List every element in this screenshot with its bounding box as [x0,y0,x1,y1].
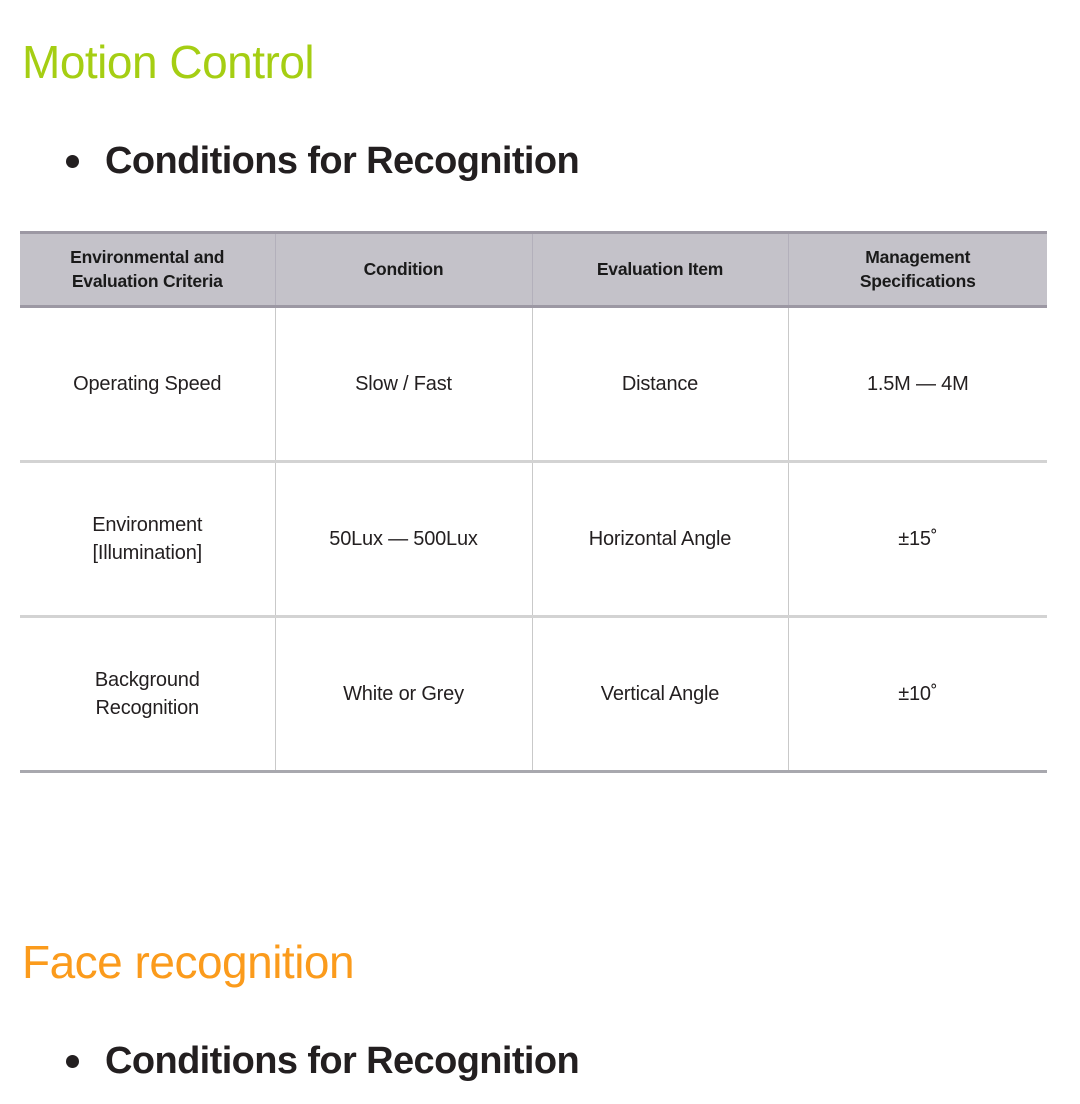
table-row: Background Recognition White or Grey Ver… [20,616,1047,773]
cell-condition: White or Grey [274,616,532,773]
cell-criteria-line2: Recognition [95,697,200,719]
cell-criteria-line1: Environment [92,513,203,536]
cell-criteria: Operating Speed [20,306,275,463]
table-header-row: Environmental and Evaluation Criteria Co… [20,231,1047,308]
cell-criteria-line2: [Illumination] [92,542,203,564]
column-header-criteria: Environmental and Evaluation Criteria [20,231,276,308]
conditions-for-recognition-table-wrapper: Environmental and Evaluation Criteria Co… [20,231,1047,773]
bullet-dot-icon [66,1055,79,1068]
bullet-label-motion-conditions: Conditions for Recognition [105,140,580,182]
column-header-condition: Condition [274,231,533,308]
bullet-label-face-conditions: Conditions for Recognition [105,1040,580,1082]
cell-evaluation-item: Horizontal Angle [531,461,788,618]
column-header-evaluation-item: Evaluation Item [531,231,789,308]
table-body: Operating Speed Slow / Fast Distance 1.5… [20,306,1047,773]
column-header-management-specifications: Management Specifications [787,231,1047,308]
bullet-item-face-conditions: Conditions for Recognition [66,1040,580,1083]
column-header-management-line2: Specifications [859,270,976,291]
column-header-criteria-line1: Environmental and [70,246,225,267]
cell-management-spec: ±15˚ [787,461,1047,618]
cell-evaluation-item: Vertical Angle [531,616,788,773]
table-row: Environment [Illumination] 50Lux — 500Lu… [20,461,1047,618]
cell-condition: Slow / Fast [274,306,532,463]
cell-criteria: Environment [Illumination] [20,461,275,618]
conditions-for-recognition-table: Environmental and Evaluation Criteria Co… [20,231,1047,773]
cell-management-spec: ±10˚ [787,616,1047,773]
cell-management-spec: 1.5M — 4M [787,306,1047,463]
bullet-dot-icon [66,155,79,168]
section-title-face-recognition: Face recognition [22,936,355,988]
bullet-item-motion-conditions: Conditions for Recognition [66,140,580,183]
cell-criteria-line1: Operating Speed [73,372,222,395]
column-header-evaluation-item-line1: Evaluation Item [596,258,724,279]
cell-criteria-line1: Background [94,668,200,691]
slide-page: Motion Control Conditions for Recognitio… [0,0,1080,1104]
cell-evaluation-item: Distance [531,306,788,463]
table-row: Operating Speed Slow / Fast Distance 1.5… [20,306,1047,463]
column-header-management-line1: Management [865,246,971,267]
column-header-condition-line1: Condition [363,258,444,279]
cell-criteria: Background Recognition [20,616,275,773]
cell-condition: 50Lux — 500Lux [274,461,532,618]
table-header: Environmental and Evaluation Criteria Co… [20,231,1047,308]
section-title-motion-control: Motion Control [22,36,315,88]
column-header-criteria-line2: Evaluation Criteria [71,270,223,291]
